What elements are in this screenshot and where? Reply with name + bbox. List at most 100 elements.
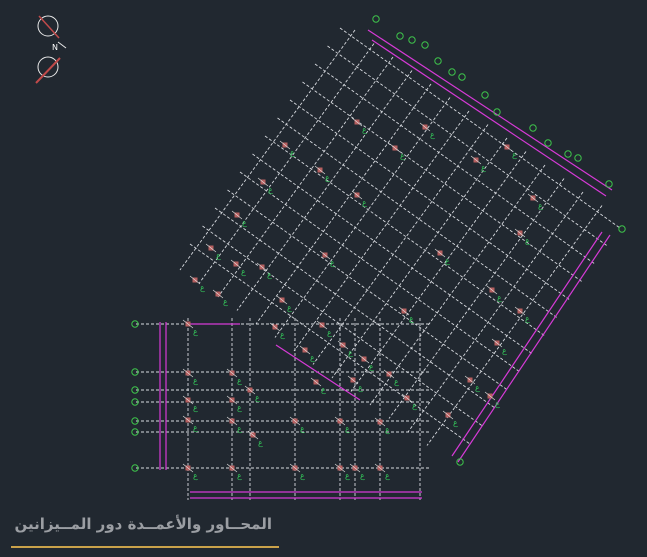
column: ع [434,248,450,265]
column: ع [349,463,365,480]
title-underline [11,546,279,548]
axis-bubble [481,91,489,99]
column-label: ع [237,471,242,480]
column-label: ع [193,327,198,336]
grid-line [236,70,413,311]
column-label: ع [345,424,350,433]
grid-line [202,225,483,427]
grid-line [227,189,508,391]
column: ع [212,289,228,306]
grid-line [407,191,584,433]
column-label: ع [362,198,367,207]
column-label: ع [200,283,205,292]
axis-bubble [434,57,442,65]
column-markers: ع ع ع ع ع ع ع ع ع ع ع ع ع ع ع ع ع ع ع ع ع ع ع ع ع ع ع ع ع ع ع ع ع ع ع ع ع ع ع ع… [182,117,543,480]
grid-line [331,137,508,379]
grid-line [264,135,546,337]
column-label: ع [495,399,500,408]
column: ع [442,410,458,427]
axis-bubble [421,41,429,49]
column: ع [334,463,350,480]
column: ع [374,463,390,480]
column: ع [205,243,221,260]
column-label: ع [241,267,246,276]
column: ع [351,117,367,134]
column: ع [226,368,242,385]
column: ع [334,416,350,433]
column-label: ع [237,424,242,433]
column-label: ع [475,383,480,392]
column-label: ع [193,423,198,432]
column: ع [182,319,198,336]
axis-bubble [448,68,456,76]
column-label: ع [481,163,486,172]
dimension-line [371,39,607,197]
column-label: ع [512,150,517,159]
grid-line [339,27,621,229]
column: ع [230,259,246,276]
axis-bubble [408,36,416,44]
column-label: ع [300,471,305,480]
column-label: ع [409,314,414,323]
column: ع [319,250,335,267]
column: ع [226,463,242,480]
column: ع [419,122,435,139]
column: ع [527,193,543,210]
column-label: ع [267,270,272,279]
axis-bubble [396,32,404,40]
drawing-canvas: ع ع ع ع ع ع ع ع ع ع ع ع ع ع ع ع ع ع ع ع ع ع ع ع ع ع ع ع ع ع ع ع ع ع ع ع ع ع ع ع… [131,15,626,500]
column-label: ع [223,297,228,306]
column: ع [257,177,273,194]
column-label: ع [497,293,502,302]
axis-grid-lines [136,27,621,500]
column: ع [464,375,480,392]
column-label: ع [430,130,435,139]
column: ع [470,155,486,172]
column-label: ع [445,256,450,265]
column-label: ع [330,258,335,267]
dimension-line [367,29,613,191]
column-label: ع [321,385,326,394]
grid-line [369,164,546,406]
grid-line [198,43,375,284]
column: ع [182,463,198,480]
column-label: ع [360,471,365,480]
column-label: ع [255,393,260,402]
column-label: ع [310,353,315,362]
column-label: ع [290,148,295,157]
column: ع [514,228,530,245]
column: ع [244,385,260,402]
axis-bubble [618,225,626,233]
column-label: ع [193,471,198,480]
column: ع [299,345,315,362]
column: ع [358,354,374,371]
axis-bubbles [131,15,626,472]
column-label: ع [327,328,332,337]
axis-bubble [574,154,582,162]
column-label: ع [242,218,247,227]
column-label: ع [345,471,350,480]
drawing-title: المحــاور والأعمــدة دور المــيزانين [14,515,272,533]
column: ع [316,320,332,337]
column-label: ع [369,362,374,371]
column-label: ع [258,438,263,447]
column-label: ع [502,346,507,355]
column-label: ع [385,471,390,480]
column: ع [484,391,500,408]
column: ع [269,322,285,339]
axis-bubble [529,124,537,132]
axis-bubble [605,180,613,188]
grid-line [312,124,489,365]
column: ع [231,210,247,227]
column-label: ع [358,383,363,392]
grid-line [217,56,394,298]
dimension-line [451,231,603,457]
column-label: ع [412,401,417,410]
column-label: ع [348,348,353,357]
column-label: ع [280,330,285,339]
column: ع [182,415,198,432]
column-label: ع [300,424,305,433]
north-arrow-icon: N [35,15,67,84]
column: ع [182,368,198,385]
column-label: ع [216,251,221,260]
